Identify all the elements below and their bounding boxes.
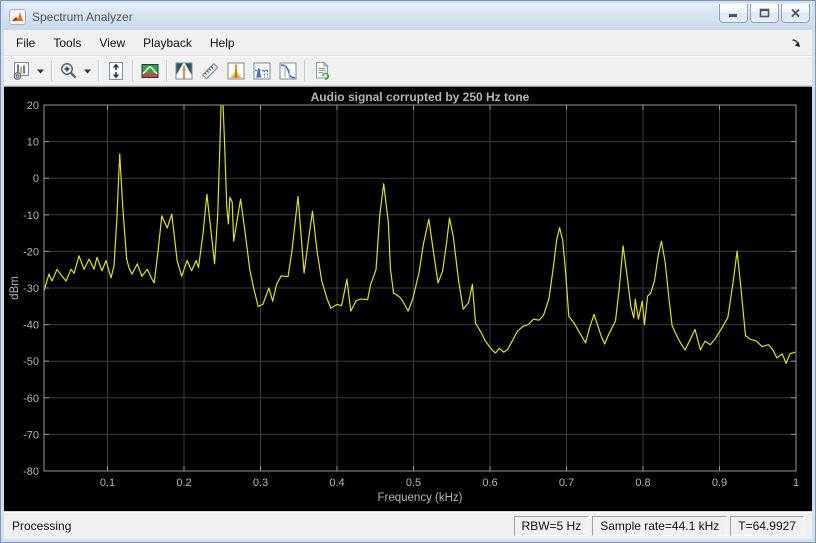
dropdown-caret-icon (37, 69, 44, 74)
generate-script-button[interactable] (309, 58, 335, 84)
minimize-button[interactable] (719, 4, 748, 23)
scale-y-axis-button[interactable] (103, 58, 129, 84)
ccdf-measurements-button[interactable] (275, 58, 301, 84)
svg-text:0.5: 0.5 (406, 477, 421, 489)
spectrum-settings-icon (141, 64, 159, 78)
menu-item-view[interactable]: View (90, 32, 134, 54)
svg-text:dBm: dBm (9, 276, 21, 300)
scale-y-axis-icon (109, 62, 123, 80)
generate-script-icon (316, 61, 330, 80)
svg-text:0: 0 (33, 173, 39, 185)
svg-text:-40: -40 (23, 320, 39, 332)
svg-text:0.1: 0.1 (100, 477, 115, 489)
svg-text:-20: -20 (23, 246, 39, 258)
svg-text:-10: -10 (23, 210, 39, 222)
svg-text:0.7: 0.7 (559, 477, 574, 489)
zoom-in-button[interactable] (56, 58, 95, 84)
status-sample-rate: Sample rate=44.1 kHz (592, 515, 728, 536)
maximize-icon (759, 8, 770, 18)
svg-text:10: 10 (27, 137, 39, 149)
menu-item-tools[interactable]: Tools (44, 32, 90, 54)
close-icon (791, 8, 800, 18)
toolbar-separator (132, 60, 134, 82)
menu-item-help[interactable]: Help (201, 32, 244, 54)
svg-text:0.8: 0.8 (635, 477, 650, 489)
svg-text:0.3: 0.3 (253, 477, 268, 489)
status-time: T=64.9927 (730, 515, 804, 536)
toolbar-separator (304, 60, 306, 82)
dock-button[interactable] (786, 35, 806, 51)
svg-text:-70: -70 (23, 429, 39, 441)
svg-text:-50: -50 (23, 356, 39, 368)
cursor-measurements-icon (201, 62, 219, 80)
ccdf-measurements-icon (279, 62, 297, 80)
toolbar-separator (98, 60, 100, 82)
menubar: File Tools View Playback Help (4, 30, 812, 56)
svg-text:0.2: 0.2 (176, 477, 191, 489)
cursor-measurements-button[interactable] (197, 58, 223, 84)
zoom-in-icon (61, 63, 77, 79)
close-button[interactable] (781, 4, 810, 23)
titlebar: Spectrum Analyzer (4, 3, 812, 30)
menu-item-playback[interactable]: Playback (134, 32, 201, 54)
svg-text:0.6: 0.6 (482, 477, 497, 489)
menu-item-file[interactable]: File (7, 32, 44, 54)
configuration-icon (13, 62, 29, 80)
toolbar (4, 56, 812, 86)
statusbar: Processing RBW=5 Hz Sample rate=44.1 kHz… (4, 511, 812, 539)
peak-finder-icon (227, 62, 245, 80)
dropdown-caret-icon (84, 69, 91, 74)
spectral-mask-icon (175, 62, 193, 80)
matlab-logo-icon (9, 8, 26, 25)
dock-arrow-icon (792, 38, 800, 47)
spectrum-analyzer-window: Spectrum Analyzer File Tools View Playba… (0, 0, 816, 543)
toolbar-separator (166, 60, 168, 82)
svg-text:-60: -60 (23, 393, 39, 405)
svg-text:0.4: 0.4 (329, 477, 344, 489)
svg-text:Audio signal corrupted by 250: Audio signal corrupted by 250 Hz tone (311, 90, 530, 104)
chart-panel: 0.1 0.2 0.3 0.4 0.5 0.6 0.7 0.8 0.9 1 20 10 0 -10 -20 -… (4, 86, 812, 511)
svg-text:Frequency (kHz): Frequency (kHz) (378, 492, 463, 504)
svg-text:-80: -80 (23, 466, 39, 478)
window-title: Spectrum Analyzer (32, 9, 133, 24)
svg-text:0.9: 0.9 (712, 477, 727, 489)
minimize-icon (729, 13, 737, 17)
status-rbw: RBW=5 Hz (513, 515, 590, 536)
spectral-mask-button[interactable] (171, 58, 197, 84)
svg-text:1: 1 (793, 477, 799, 489)
toolbar-separator (51, 60, 53, 82)
maximize-button[interactable] (750, 4, 779, 23)
spectrum-chart[interactable]: 0.1 0.2 0.3 0.4 0.5 0.6 0.7 0.8 0.9 1 20 10 0 -10 -20 -… (4, 87, 812, 511)
svg-text:20: 20 (27, 100, 39, 112)
status-processing: Processing (12, 518, 72, 533)
peak-finder-button[interactable] (223, 58, 249, 84)
spectrum-settings-button[interactable] (137, 58, 163, 84)
svg-text:-30: -30 (23, 283, 39, 295)
distortion-measurements-button[interactable] (249, 58, 275, 84)
configuration-button[interactable] (8, 58, 48, 84)
distortion-measurements-icon (253, 62, 271, 80)
